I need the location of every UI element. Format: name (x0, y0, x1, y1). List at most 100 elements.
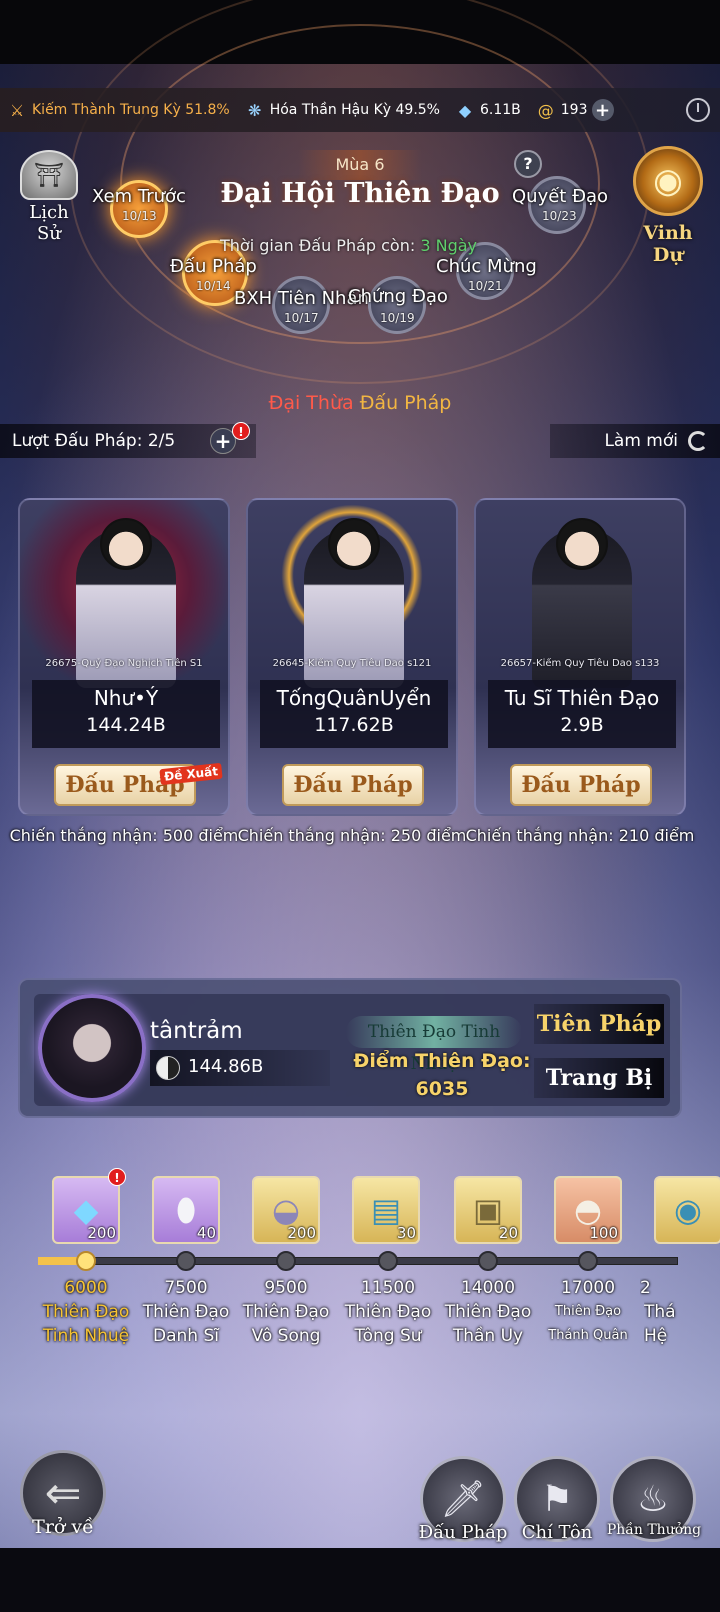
reward-qty: 30 (396, 1224, 416, 1242)
equipment-button[interactable]: Trang Bị (534, 1058, 664, 1098)
schedule-date-final: 10/23 (542, 209, 577, 223)
milestone-points: 9500 (264, 1278, 308, 1298)
time-remaining-label: Thời gian Đấu Pháp còn: (220, 236, 416, 255)
schedule-label-final: Quyết Đạo (512, 186, 609, 207)
win-reward-text: Chiến thắng nhận: 210 điểm (465, 826, 695, 845)
refresh-button[interactable]: Làm mới (550, 424, 720, 458)
fan-icon: ❋ (248, 100, 262, 120)
phase-title: Đại Thừa Đấu Pháp (200, 392, 520, 414)
milestone-name: Thiên Đạo Tông Sư (344, 1302, 432, 1346)
time-remaining-value: 3 Ngày (420, 236, 478, 255)
milestone-name: Thiên Đạo Thánh Quân (548, 1304, 628, 1343)
cultivation-sword-text: Kiếm Thành Trung Kỳ 51.8% (32, 102, 230, 118)
opponent-card: 26645-Kiếm Quy Tiêu Dao s121 TốngQuânUyể… (246, 498, 458, 816)
fight-button[interactable]: Đấu Pháp (282, 764, 424, 806)
opponent-server: 26645-Kiếm Quy Tiêu Dao s121 (272, 658, 432, 669)
milestone-dot (378, 1251, 398, 1271)
player-name: tântrảm (150, 1018, 243, 1044)
reward-item[interactable]: ◆ 200 (52, 1176, 120, 1244)
honor-label: Vinh Dự (643, 222, 693, 266)
milestone-points: 2 (640, 1278, 651, 1298)
crystal-amount: 6.11B (479, 102, 521, 118)
schedule-date-celebrate: 10/21 (468, 279, 503, 293)
banner-icon: ⚑ (540, 1478, 574, 1520)
reward-item[interactable]: ▤ 30 (352, 1176, 420, 1244)
cultivation-fan: ❋ Hóa Thần Hậu Kỳ 49.5% (244, 99, 440, 121)
milestone-dot (276, 1251, 296, 1271)
opponent-info: TốngQuânUyển 117.62B (260, 680, 448, 748)
arrow-left-icon: ⇐ (44, 1467, 82, 1519)
phase-tier: Đại Thừa (268, 392, 354, 414)
nav-battle-label: Đấu Pháp (418, 1522, 508, 1543)
sword-icon: 🗡 (440, 1479, 486, 1520)
reward-item[interactable]: ▣ 20 (454, 1176, 522, 1244)
reward-qty: 200 (287, 1224, 316, 1242)
opponent-power: 2.9B (560, 714, 604, 736)
schedule-date-battle: 10/14 (196, 279, 231, 293)
player-power: 144.86B (188, 1056, 264, 1077)
reward-item[interactable]: ◉ (654, 1176, 720, 1244)
milestone-points: 14000 (460, 1278, 516, 1298)
milestone-name: Thiên Đạo Tinh Nhuệ (42, 1302, 130, 1346)
add-coin-button[interactable]: + (591, 99, 614, 121)
schedule-label-proof: Chứng Đạo (348, 286, 448, 307)
help-button[interactable]: ? (514, 150, 542, 178)
character-head (556, 518, 608, 570)
milestone-name: Thiên Đạo Danh Sĩ (142, 1302, 230, 1346)
refresh-label: Làm mới (604, 431, 678, 451)
item-icon: ◉ (674, 1191, 702, 1229)
opponent-name: Tu Sĩ Thiên Đạo (504, 686, 660, 710)
character-head (100, 518, 152, 570)
honor-emblem-icon: ◉ (633, 146, 703, 216)
milestone-dot (478, 1251, 498, 1271)
yin-yang-icon (156, 1056, 180, 1080)
character-head (328, 518, 380, 570)
phase-name: Đấu Pháp (359, 392, 452, 414)
milestone-name: Thá Hệ (644, 1302, 676, 1346)
refresh-icon (688, 431, 708, 451)
schedule-date-proof: 10/19 (380, 311, 415, 325)
resource-bar: ⚔ Kiếm Thành Trung Kỳ 51.8% ❋ Hóa Thần H… (0, 88, 720, 132)
history-button[interactable]: ⛩ Lịch Sử (16, 150, 82, 244)
milestone-name: Thiên Đạo Vô Song (242, 1302, 330, 1346)
win-reward-text: Chiến thắng nhận: 250 điểm (237, 826, 467, 845)
win-reward-text: Chiến thắng nhận: 500 điểm (9, 826, 239, 845)
avatar[interactable] (38, 994, 146, 1102)
reward-item[interactable]: ⬮ 40 (152, 1176, 220, 1244)
opponent-name: TốngQuânUyển (276, 686, 432, 710)
opponent-name: Như•Ý (93, 686, 159, 710)
opponent-card: 26657-Kiếm Quy Tiêu Dao s133 Tu Sĩ Thiên… (474, 498, 686, 816)
cultivation-sword: ⚔ Kiếm Thành Trung Kỳ 51.8% (6, 99, 230, 121)
sword-icon: ⚔ (9, 100, 25, 120)
schedule-date-ranking: 10/17 (284, 311, 319, 325)
player-rank-badge: Thiên Đạo Tinh Nhuệ (346, 1016, 522, 1074)
schedule-label-preview: Xem Trước (92, 186, 186, 207)
schedule-label-battle: Đấu Pháp (170, 256, 257, 277)
history-label: Lịch Sử (29, 202, 69, 244)
clock-icon[interactable] (686, 98, 710, 122)
turn-alert-badge: ! (232, 422, 250, 440)
crystal-currency: ◆ 6.11B (454, 99, 521, 121)
opponent-info: Tu Sĩ Thiên Đạo 2.9B (488, 680, 676, 748)
coin-icon: @ (537, 100, 554, 120)
honor-button[interactable]: ◉ Vinh Dự (626, 146, 710, 266)
milestone-dot (76, 1251, 96, 1271)
reward-qty: 20 (498, 1224, 518, 1242)
back-label: Trở về (32, 1516, 94, 1538)
milestone-name: Thiên Đạo Thần Uy (444, 1302, 532, 1346)
reward-qty: 40 (196, 1224, 216, 1242)
nav-rewards-label: Phần Thưởng (606, 1522, 702, 1538)
fight-button[interactable]: Đấu Pháp (510, 764, 652, 806)
opponent-power: 117.62B (314, 714, 394, 736)
reward-item[interactable]: ◒ 200 (252, 1176, 320, 1244)
season-label: Mùa 6 (298, 150, 422, 180)
opponent-server: 26657-Kiếm Quy Tiêu Dao s133 (500, 658, 660, 669)
time-remaining: Thời gian Đấu Pháp còn: 3 Ngày (220, 236, 477, 255)
opponent-info: Như•Ý 144.24B (32, 680, 220, 748)
coin-amount: 193 (560, 102, 588, 118)
points-label: Điểm Thiên Đạo: (353, 1050, 531, 1072)
nav-bar-area (0, 1548, 720, 1612)
skills-button[interactable]: Tiên Pháp (534, 1004, 664, 1044)
coin-currency: @ 193 + (535, 99, 614, 121)
reward-item[interactable]: ◓ 100 (554, 1176, 622, 1244)
